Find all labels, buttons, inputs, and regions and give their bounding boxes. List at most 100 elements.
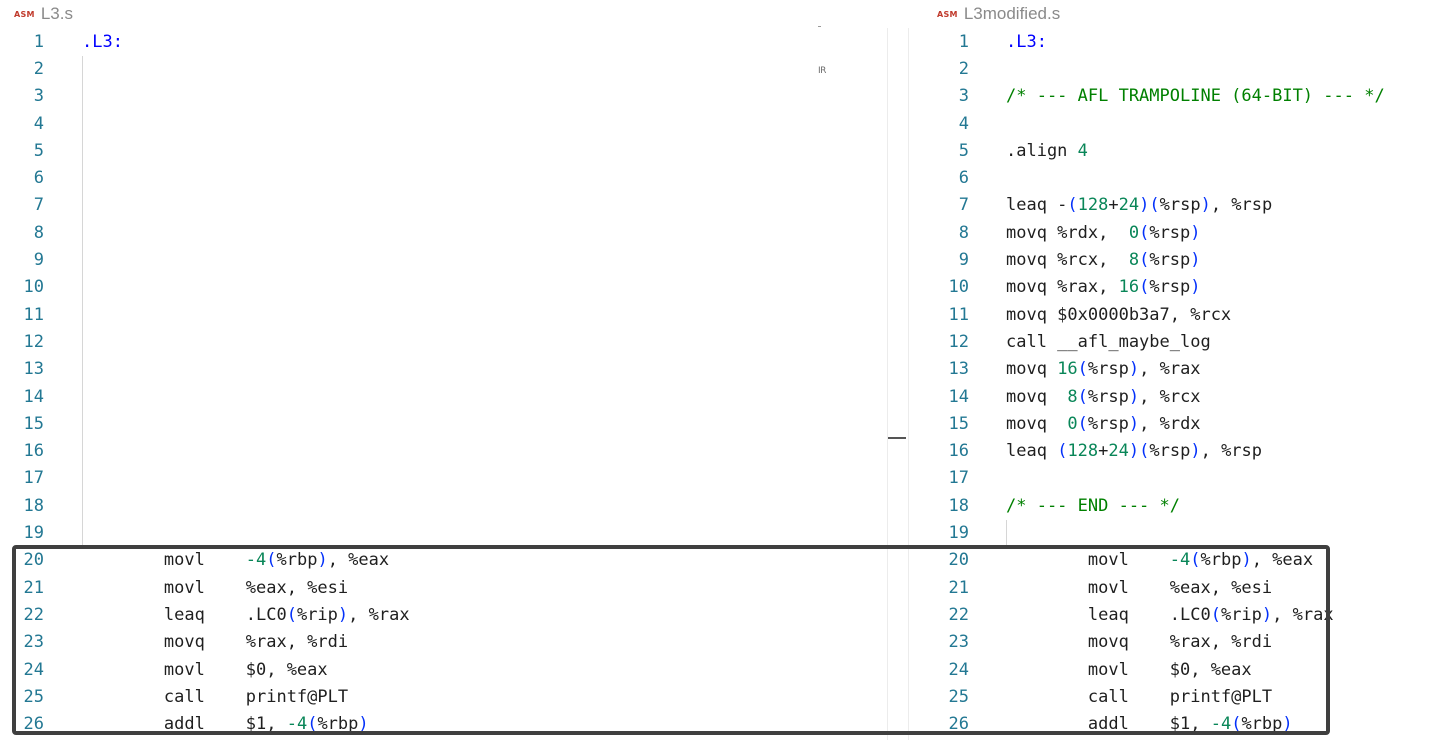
line-number: 19 [23, 523, 44, 544]
code-line[interactable]: 26 addl $1, -4(%rbp) [910, 711, 1440, 738]
code-line[interactable]: 10 [0, 274, 888, 301]
code-text: movl $0, %eax [82, 659, 328, 680]
code-line[interactable]: 19 [910, 519, 1440, 546]
code-line[interactable]: 18 [0, 492, 888, 519]
code-text: leaq -(128+24)(%rsp), %rsp [1006, 195, 1273, 216]
code-line[interactable]: 26 addl $1, -4(%rbp) [0, 711, 888, 738]
tab-l3[interactable]: ASM L3.s [14, 0, 73, 28]
code-text: movq %rax, 16(%rsp) [1006, 277, 1201, 298]
code-line[interactable]: 15 movq 0(%rsp), %rdx [910, 410, 1440, 437]
code-line[interactable]: 21 movl %eax, %esi [0, 574, 888, 601]
code-line[interactable]: 13 [0, 356, 888, 383]
line-number: 8 [958, 222, 969, 243]
line-number: 18 [23, 495, 44, 516]
code-line[interactable]: 23 movq %rax, %rdi [910, 629, 1440, 656]
code-line[interactable]: 22 leaq .LC0(%rip), %rax [0, 601, 888, 628]
line-number: 21 [948, 577, 969, 598]
code-line[interactable]: 16 [0, 438, 888, 465]
code-line[interactable]: 24 movl $0, %eax [0, 656, 888, 683]
code-line[interactable]: 9 [0, 246, 888, 273]
code-line[interactable]: 11 movq $0x0000b3a7, %rcx [910, 301, 1440, 328]
line-number: 7 [958, 195, 969, 216]
code-text: leaq .LC0(%rip), %rax [1006, 604, 1334, 625]
code-line[interactable]: 10 movq %rax, 16(%rsp) [910, 274, 1440, 301]
code-line[interactable]: 12 [0, 328, 888, 355]
code-line[interactable]: 14 movq 8(%rsp), %rcx [910, 383, 1440, 410]
code-line[interactable]: 1 .L3: [0, 28, 888, 55]
line-number: 18 [948, 495, 969, 516]
code-line[interactable]: 2 [910, 55, 1440, 82]
code-line[interactable]: 4 [910, 110, 1440, 137]
indent-guide [1006, 520, 1007, 546]
code-text: movl $0, %eax [1006, 659, 1252, 680]
code-text: movq %rdx, 0(%rsp) [1006, 222, 1201, 243]
code-line[interactable]: 12 call __afl_maybe_log [910, 328, 1440, 355]
line-number: 3 [958, 86, 969, 107]
line-number: 26 [23, 714, 44, 735]
code-line[interactable]: 17 [0, 465, 888, 492]
line-number: 22 [23, 604, 44, 625]
code-text: movl -4(%rbp), %eax [82, 550, 390, 571]
code-line[interactable]: 25 call printf@PLT [0, 683, 888, 710]
line-number: 1 [958, 31, 969, 52]
code-line[interactable]: 17 [910, 465, 1440, 492]
code-line[interactable]: 18 /* --- END --- */ [910, 492, 1440, 519]
line-number: 17 [948, 468, 969, 489]
code-text: addl $1, -4(%rbp) [1006, 714, 1293, 735]
line-number: 13 [23, 359, 44, 380]
right-editor[interactable]: 1 .L3: 2 3/* --- AFL TRAMPOLINE (64-BIT) --… [910, 28, 1440, 740]
minimap-marker-icon: IR [818, 66, 826, 76]
line-number: 14 [948, 386, 969, 407]
line-number: 11 [948, 304, 969, 325]
code-text: call printf@PLT [1006, 686, 1273, 707]
line-number: 12 [948, 331, 969, 352]
code-line[interactable]: 7 leaq -(128+24)(%rsp), %rsp [910, 192, 1440, 219]
code-line[interactable]: 15 [0, 410, 888, 437]
line-number: 13 [948, 359, 969, 380]
code-line[interactable]: 9 movq %rcx, 8(%rsp) [910, 246, 1440, 273]
code-line[interactable]: 2 [0, 55, 888, 82]
code-text: movq $0x0000b3a7, %rcx [1006, 304, 1232, 325]
code-line[interactable]: 21 movl %eax, %esi [910, 574, 1440, 601]
code-line[interactable]: 8 [0, 219, 888, 246]
code-line[interactable]: 5 .align 4 [910, 137, 1440, 164]
code-line[interactable]: 25 call printf@PLT [910, 683, 1440, 710]
line-number: 10 [23, 277, 44, 298]
code-line[interactable]: 20 movl -4(%rbp), %eax [0, 547, 888, 574]
line-number: 9 [33, 250, 44, 271]
code-text: call __afl_maybe_log [1006, 331, 1211, 352]
code-line[interactable]: 3 [0, 83, 888, 110]
code-line[interactable]: 3 /* --- AFL TRAMPOLINE (64-BIT) --- */ [910, 83, 1440, 110]
code-line[interactable]: 22 leaq .LC0(%rip), %rax [910, 601, 1440, 628]
indent-guide [82, 56, 83, 546]
code-line[interactable]: 6 [0, 165, 888, 192]
code-line[interactable]: 5 [0, 137, 888, 164]
line-number: 6 [958, 168, 969, 189]
code-line[interactable]: 24 movl $0, %eax [910, 656, 1440, 683]
code-line[interactable]: 4 [0, 110, 888, 137]
code-line[interactable]: 1 .L3: [910, 28, 1440, 55]
tab-l3modified[interactable]: ASM L3modified.s [937, 0, 1060, 28]
line-number: 20 [23, 550, 44, 571]
line-number: 15 [23, 413, 44, 434]
left-editor[interactable]: 1 .L3: 2 3 4 5 6 7 8 9 10 11 12 13 14 15 16 17 18 19 20 movl… [0, 28, 888, 740]
code-text: .align 4 [1006, 140, 1088, 161]
tab-label: L3.s [40, 4, 73, 23]
code-line[interactable]: 7 [0, 192, 888, 219]
line-number: 16 [948, 441, 969, 462]
code-line[interactable]: 8 movq %rdx, 0(%rsp) [910, 219, 1440, 246]
code-line[interactable]: 20 movl -4(%rbp), %eax [910, 547, 1440, 574]
editor-divider [887, 28, 888, 740]
code-line[interactable]: 6 [910, 165, 1440, 192]
line-number: 11 [23, 304, 44, 325]
diff-sash-handle[interactable] [888, 437, 906, 439]
line-number: 23 [948, 632, 969, 653]
code-line[interactable]: 19 [0, 519, 888, 546]
code-line[interactable]: 16 leaq (128+24)(%rsp), %rsp [910, 438, 1440, 465]
code-line[interactable]: 23 movq %rax, %rdi [0, 629, 888, 656]
code-line[interactable]: 11 [0, 301, 888, 328]
code-text: movq %rax, %rdi [82, 632, 349, 653]
code-line[interactable]: 13 movq 16(%rsp), %rax [910, 356, 1440, 383]
editor-divider [908, 28, 909, 740]
code-line[interactable]: 14 [0, 383, 888, 410]
